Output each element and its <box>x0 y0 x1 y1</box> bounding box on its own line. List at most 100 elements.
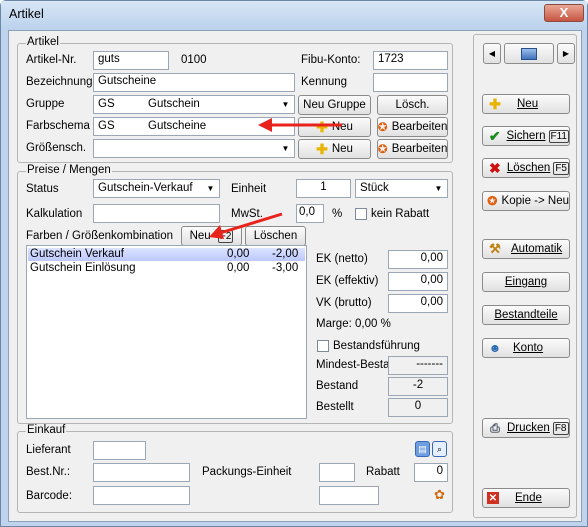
list-item[interactable]: Gutschein Einlösung 0,00 -3,00 <box>28 262 305 275</box>
kombination-list[interactable]: Gutschein Verkauf 0,00 -2,00 Gutschein E… <box>26 245 307 419</box>
drucken-button[interactable]: ⎙ Drucken F8 <box>482 418 570 438</box>
nav-next-button[interactable]: ▶ <box>557 43 575 64</box>
ek-effektiv-field[interactable]: 0,00 <box>388 272 448 291</box>
loeschen-button[interactable]: ✖ Löschen F5 <box>482 158 570 178</box>
loesch-gruppe-button[interactable]: Lösch. <box>377 95 448 115</box>
groessen-bearbeiten-button[interactable]: ✪ Bearbeiten <box>377 139 448 159</box>
lieferant-field[interactable] <box>93 441 146 460</box>
bezeichnung-label: Bezeichnung <box>26 76 93 88</box>
list-item[interactable]: Gutschein Verkauf 0,00 -2,00 <box>28 248 305 261</box>
neu-gruppe-button[interactable]: Neu Gruppe <box>298 95 371 115</box>
row-name: Gutschein Einlösung <box>30 262 136 274</box>
artikel-group-label: Artikel <box>26 36 60 48</box>
people-icon: ☻ <box>488 341 502 355</box>
window-title: Artikel <box>9 7 44 21</box>
bezeichnung-field[interactable]: Gutscheine <box>93 73 295 92</box>
packungs-einheit-label: Packungs-Einheit <box>202 466 292 478</box>
close-button[interactable]: X <box>544 4 584 22</box>
chevron-down-icon[interactable]: ▼ <box>203 181 218 196</box>
groessen-select[interactable]: ▼ <box>93 139 295 158</box>
lieferant-save-icon[interactable]: ▤ <box>415 441 430 457</box>
neu-label: Neu <box>331 143 353 155</box>
farbschema-bearbeiten-button[interactable]: ✪ Bearbeiten <box>377 117 448 137</box>
rabatt-field[interactable]: 0 <box>414 463 448 482</box>
chevron-down-icon[interactable]: ▼ <box>431 181 446 196</box>
magic-wand-icon: ⚒ <box>489 241 501 256</box>
chevron-right-icon: ▶ <box>562 49 570 58</box>
lieferant-label: Lieferant <box>26 444 71 456</box>
nav-prev-button[interactable]: ◀ <box>483 43 501 64</box>
row-value-a: 0,00 <box>227 248 250 260</box>
bestandteile-button[interactable]: Bestandteile <box>482 305 570 325</box>
automatik-button[interactable]: ⚒ Automatik <box>482 239 570 259</box>
groessen-neu-button[interactable]: ✚ Neu <box>298 139 371 159</box>
kennung-field[interactable] <box>373 73 448 92</box>
plus-icon: ✚ <box>316 140 328 157</box>
bestellt-field: 0 <box>388 398 448 417</box>
artikel-nr-field[interactable]: guts <box>93 51 169 70</box>
bestandteile-label: Bestandteile <box>494 309 558 321</box>
row-value-b: -2,00 <box>272 248 299 260</box>
printer-icon: ⎙ <box>490 420 500 435</box>
kein-rabatt-checkbox[interactable] <box>355 208 367 220</box>
barcode-label: Barcode: <box>26 490 73 502</box>
drucken-label: Drucken <box>507 422 550 434</box>
bestandsfuehrung-checkbox[interactable] <box>317 340 329 352</box>
einheit-qty-field[interactable]: 1 <box>296 179 351 198</box>
kalkulation-field[interactable] <box>93 204 220 223</box>
annotation-arrow-neu <box>209 212 283 239</box>
rabatt-label: Rabatt <box>366 466 400 478</box>
client-area: Artikel Artikel-Nr. guts 0100 Fibu-Konto… <box>8 30 582 522</box>
fibu-label: Fibu-Konto: <box>301 54 361 66</box>
farbschema-name: Gutscheine <box>148 120 207 132</box>
percent-label: % <box>332 208 343 220</box>
ek-netto-field[interactable]: 0,00 <box>388 250 448 269</box>
loesch-label: Lösch. <box>395 99 430 111</box>
f5-key: F5 <box>553 161 569 175</box>
farbschema-code: GS <box>98 120 115 132</box>
groessen-label: Größensch. <box>26 142 87 154</box>
eingang-button[interactable]: Eingang <box>482 272 570 292</box>
title-bar: Artikel X <box>1 1 587 29</box>
kalkulation-label: Kalkulation <box>26 208 83 220</box>
bestand-field: -2 <box>388 377 448 396</box>
status-select[interactable]: Gutschein-Verkauf ▼ <box>93 179 220 198</box>
chevron-down-icon[interactable]: ▼ <box>278 141 293 156</box>
f8-key: F8 <box>552 421 569 435</box>
list-icon <box>521 47 537 60</box>
vk-brutto-field[interactable]: 0,00 <box>388 294 448 313</box>
mwst-field[interactable]: 0,0 <box>296 204 324 223</box>
sichern-button[interactable]: ✔ Sichern F11 <box>482 126 570 146</box>
ek-netto-label: EK (netto) <box>316 253 368 265</box>
bestnr-label: Best.Nr.: <box>26 466 71 478</box>
ende-button[interactable]: ✕ Ende <box>482 488 570 508</box>
gear-icon: ✪ <box>377 142 388 156</box>
eingang-label: Eingang <box>504 276 548 288</box>
neu-button[interactable]: ✚ Neu <box>482 94 570 114</box>
konto-button[interactable]: ☻ Konto <box>482 338 570 358</box>
barcode-field[interactable] <box>93 486 190 505</box>
gruppe-code: GS <box>98 98 115 110</box>
lieferant-search-icon[interactable]: ⌕ <box>432 441 447 457</box>
kopie-neu-button[interactable]: ✪ Kopie -> Neu <box>482 191 570 211</box>
bestnr-field[interactable] <box>93 463 190 482</box>
gruppe-name: Gutschein <box>148 98 200 110</box>
farben-label: Farben / Größenkombination <box>26 230 174 242</box>
barcode-second-field[interactable] <box>319 486 379 505</box>
artikel-nr-suffix: 0100 <box>181 54 207 66</box>
nav-list-button[interactable] <box>504 43 554 64</box>
einkauf-group-label: Einkauf <box>26 424 67 436</box>
ende-label: Ende <box>515 492 542 504</box>
einheit-unit-select[interactable]: Stück ▼ <box>355 179 448 198</box>
kopie-label: Kopie -> Neu <box>501 195 569 207</box>
checkmark-icon: ✔ <box>488 127 501 144</box>
bearbeiten-label: Bearbeiten <box>391 121 448 133</box>
fibu-field[interactable]: 1723 <box>373 51 448 70</box>
bestellt-label: Bestellt <box>316 401 354 413</box>
barcode-tool-icon[interactable]: ✿ <box>431 486 448 503</box>
einheit-label: Einheit <box>231 183 267 195</box>
chevron-down-icon[interactable]: ▼ <box>278 97 293 112</box>
artikel-nr-label: Artikel-Nr. <box>26 54 77 66</box>
gruppe-select[interactable]: GS Gutschein ▼ <box>93 95 295 114</box>
packungs-einheit-field[interactable] <box>319 463 355 482</box>
